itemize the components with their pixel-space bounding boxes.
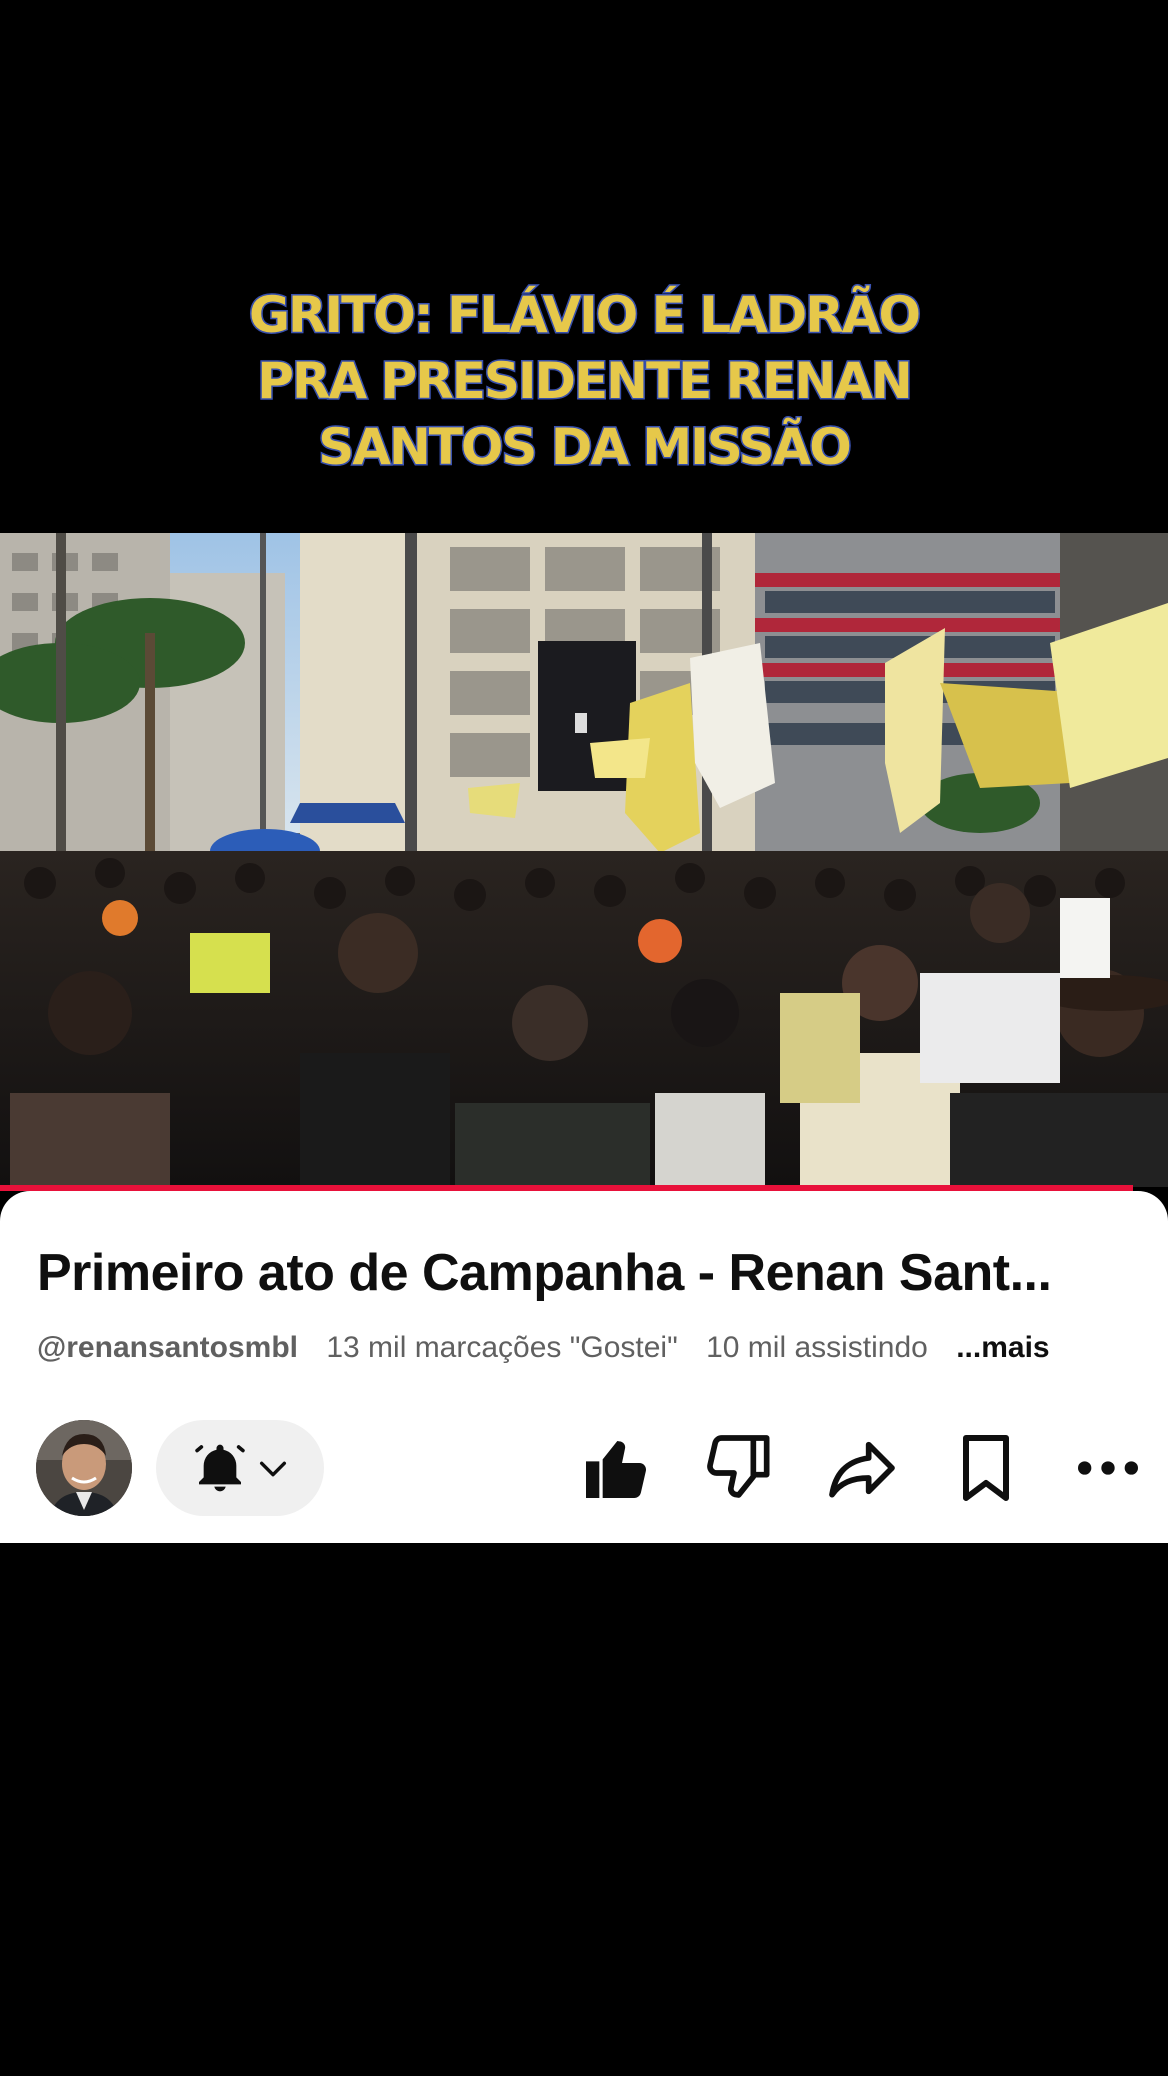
video-frame[interactable]: [0, 533, 1168, 1187]
more-actions-button[interactable]: [1068, 1428, 1148, 1508]
avatar-image: [36, 1420, 132, 1516]
chevron-down-icon: [259, 1461, 287, 1477]
video-meta-row[interactable]: @renansantosmbl 13 mil marcações "Gostei…: [37, 1331, 1050, 1365]
video-title[interactable]: Primeiro ato de Campanha - Renan Sant...: [37, 1243, 1117, 1303]
likes-count: 13 mil marcações "Gostei": [326, 1331, 678, 1364]
channel-handle[interactable]: @renansantosmbl: [37, 1331, 298, 1364]
viewers-count: 10 mil assistindo: [706, 1331, 928, 1364]
save-button[interactable]: [946, 1428, 1026, 1508]
caption-line-1: GRITO: FLÁVIO É LADRÃO: [247, 285, 922, 346]
share-icon: [829, 1441, 895, 1498]
channel-avatar[interactable]: [36, 1420, 132, 1516]
more-link[interactable]: ...mais: [956, 1331, 1049, 1364]
like-icon: [586, 1441, 647, 1498]
more-icon: [1078, 1461, 1138, 1475]
share-button[interactable]: [822, 1428, 902, 1508]
screen: GRITO: FLÁVIO É LADRÃO PRA PRESIDENTE RE…: [0, 0, 1168, 2076]
dislike-button[interactable]: [700, 1428, 780, 1508]
action-row: [0, 1420, 1168, 1516]
caption-line-2: PRA PRESIDENTE RENAN: [256, 351, 914, 412]
bell-filled-icon: [195, 1444, 245, 1492]
subscribe-notifications-button[interactable]: [156, 1420, 324, 1516]
video-info-sheet: Primeiro ato de Campanha - Renan Sant...…: [0, 1191, 1168, 1543]
save-icon: [963, 1435, 1009, 1501]
dislike-icon: [707, 1435, 770, 1498]
video-caption-overlay: GRITO: FLÁVIO É LADRÃO PRA PRESIDENTE RE…: [0, 282, 1168, 480]
crowd-scene-image: [0, 533, 1168, 1187]
like-button[interactable]: [576, 1428, 656, 1508]
caption-line-3: SANTOS DA MISSÃO: [317, 417, 854, 478]
